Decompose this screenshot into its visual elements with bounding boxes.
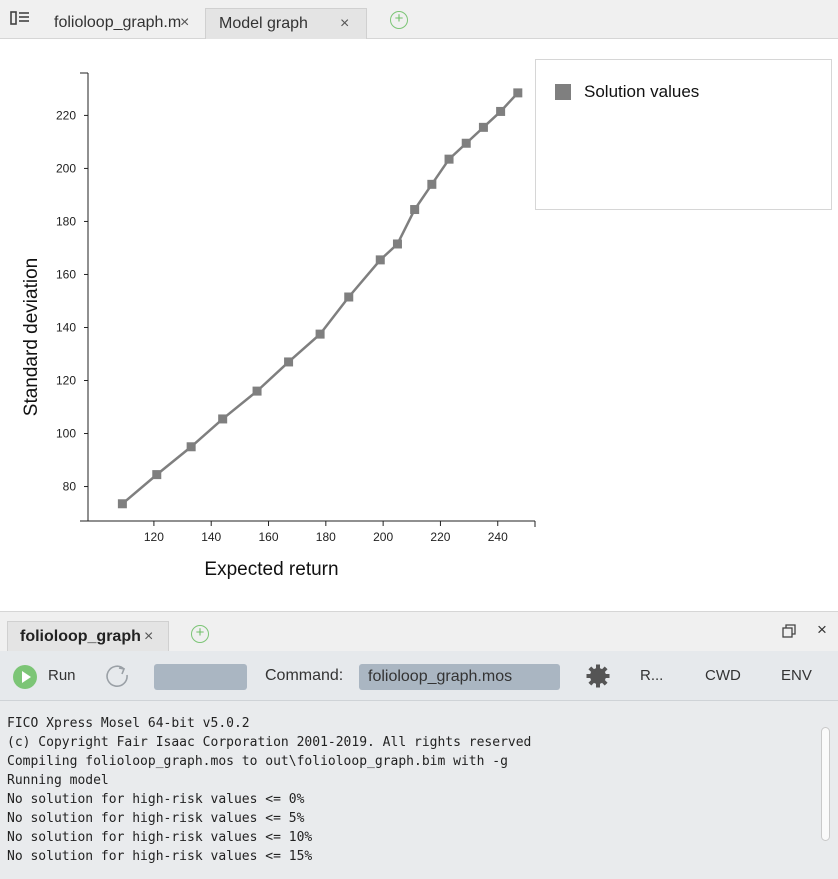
gear-icon[interactable] — [586, 664, 610, 688]
run-options-field[interactable] — [154, 664, 247, 690]
console-output: FICO Xpress Mosel 64-bit v5.0.2 (c) Copy… — [0, 701, 838, 879]
tab-label: folioloop_graph — [20, 628, 141, 645]
data-point — [513, 88, 523, 98]
legend-swatch — [555, 84, 571, 100]
console-line: No solution for high-risk values <= 10% — [7, 830, 313, 845]
data-point — [375, 255, 385, 265]
y-tick-label: 100 — [56, 427, 76, 441]
x-tick-label: 160 — [259, 530, 279, 544]
x-axis-label: Expected return — [204, 559, 338, 580]
outline-icon[interactable] — [10, 10, 30, 26]
run-icon[interactable] — [13, 665, 37, 689]
run-toolbar: Run Command: R... CWD ENV — [0, 651, 838, 701]
tab-label: folioloop_graph.m — [54, 14, 182, 31]
console-line: FICO Xpress Mosel 64-bit v5.0.2 — [7, 716, 250, 731]
env-button[interactable]: ENV — [781, 667, 812, 684]
console-scrollbar[interactable] — [821, 727, 830, 841]
tab-label: Model graph — [219, 15, 308, 32]
x-tick-label: 120 — [144, 530, 164, 544]
data-point — [496, 106, 506, 116]
chart-legend: Solution values — [535, 59, 832, 210]
console-line: No solution for high-risk values <= 15% — [7, 849, 313, 864]
x-tick-label: 240 — [488, 530, 508, 544]
y-tick-label: 180 — [56, 214, 76, 228]
x-tick-label: 200 — [373, 530, 393, 544]
y-axis-label: Standard deviation — [21, 258, 42, 416]
run-button[interactable]: Run — [48, 667, 76, 684]
add-tab-icon[interactable]: + — [390, 11, 408, 29]
run-config-button[interactable]: R... — [640, 667, 663, 684]
close-panel-icon[interactable]: × — [817, 620, 827, 640]
data-point — [186, 442, 196, 452]
y-tick-label: 120 — [56, 374, 76, 388]
console-line: Compiling folioloop_graph.mos to out\fol… — [7, 754, 508, 769]
data-point — [284, 357, 294, 367]
x-tick-label: 180 — [316, 530, 336, 544]
x-tick-label: 140 — [201, 530, 221, 544]
console-line: No solution for high-risk values <= 0% — [7, 792, 305, 807]
add-tab-icon[interactable]: + — [191, 625, 209, 643]
console-line: (c) Copyright Fair Isaac Corporation 200… — [7, 735, 532, 750]
close-icon[interactable]: × — [340, 9, 349, 39]
data-point — [315, 329, 325, 339]
x-tick-label: 220 — [430, 530, 450, 544]
tab-folioloop-graph[interactable]: folioloop_graph.m × — [40, 8, 203, 39]
restore-window-icon[interactable] — [782, 624, 796, 638]
data-point — [478, 122, 488, 132]
run-panel-tab-bar: folioloop_graph × + × — [0, 611, 838, 652]
editor-tab-bar: folioloop_graph.m × Model graph × + — [0, 0, 838, 39]
tab-run-folioloop-graph[interactable]: folioloop_graph × — [7, 621, 169, 652]
tab-model-graph[interactable]: Model graph × — [205, 8, 367, 39]
legend-entry-solution-values: Solution values — [584, 82, 700, 101]
close-icon[interactable]: × — [144, 622, 153, 652]
data-point — [344, 292, 354, 302]
y-tick-label: 160 — [56, 267, 76, 281]
y-tick-label: 140 — [56, 320, 76, 334]
data-point — [218, 414, 228, 424]
y-tick-label: 200 — [56, 161, 76, 175]
data-point — [252, 386, 262, 396]
command-input[interactable] — [359, 664, 560, 690]
data-point — [410, 205, 420, 215]
data-point — [427, 179, 437, 189]
y-tick-label: 220 — [56, 108, 76, 122]
data-point — [444, 154, 454, 164]
series-line — [121, 92, 519, 505]
console-line: Running model — [7, 773, 109, 788]
cwd-button[interactable]: CWD — [705, 667, 741, 684]
model-graph-chart: 80 100 120 140 160 180 200 220 120 140 160 180 200 22… — [21, 72, 536, 580]
data-point — [392, 239, 402, 249]
chart-series — [117, 88, 523, 509]
data-point — [117, 499, 127, 509]
y-tick-label: 80 — [63, 480, 77, 494]
data-point — [152, 470, 162, 480]
chart-axes: 80 100 120 140 160 180 200 220 120 140 160 180 200 22… — [21, 72, 536, 580]
close-icon[interactable]: × — [180, 8, 189, 38]
data-point — [461, 138, 471, 148]
command-label: Command: — [265, 667, 344, 684]
console-line: No solution for high-risk values <= 5% — [7, 811, 305, 826]
restart-icon[interactable] — [105, 664, 131, 690]
